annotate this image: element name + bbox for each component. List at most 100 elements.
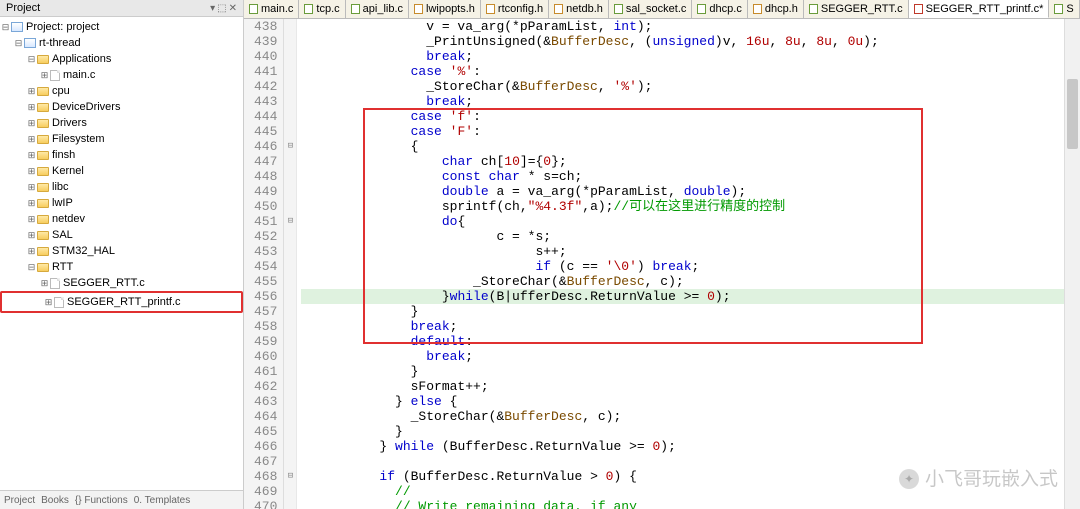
file-icon (414, 4, 423, 14)
code-line[interactable]: s++; (301, 244, 1064, 259)
file-icon (249, 4, 258, 14)
tree-item-label: SAL (52, 229, 73, 241)
line-gutter: 4384394404414424434444454464474484494504… (244, 19, 284, 509)
tree-item-label: main.c (63, 69, 95, 81)
file-icon (753, 4, 762, 14)
code-line[interactable]: c = *s; (301, 229, 1064, 244)
file-icon (554, 4, 563, 14)
tree-item[interactable]: ⊞libc (0, 179, 243, 195)
tree-item[interactable]: ⊞SEGGER_RTT.c (0, 275, 243, 291)
tree-item-label: rt-thread (39, 37, 81, 49)
sidebar-dropdown-icon[interactable]: ▾ (210, 3, 215, 14)
editor-tab[interactable]: dhcp.h (748, 0, 804, 18)
code-line[interactable]: double a = va_arg(*pParamList, double); (301, 184, 1064, 199)
file-icon (351, 4, 360, 14)
code-line[interactable]: sprintf(ch,"%4.3f",a);//可以在这里进行精度的控制 (301, 199, 1064, 214)
tree-item[interactable]: ⊞STM32_HAL (0, 243, 243, 259)
tree-item[interactable]: ⊞Drivers (0, 115, 243, 131)
file-icon (914, 4, 923, 14)
code-line[interactable]: break; (301, 49, 1064, 64)
vertical-scrollbar[interactable] (1064, 19, 1080, 509)
code-line[interactable]: const char * s=ch; (301, 169, 1064, 184)
tree-item-label: Project: project (26, 21, 99, 33)
tab-books[interactable]: Books (41, 495, 69, 506)
editor-tab[interactable]: main.c (244, 0, 299, 18)
tree-item[interactable]: ⊞finsh (0, 147, 243, 163)
tree-item[interactable]: ⊟rt-thread (0, 35, 243, 51)
editor-tab[interactable]: sal_socket.c (609, 0, 693, 18)
tree-item[interactable]: ⊞Filesystem (0, 131, 243, 147)
editor-tab[interactable]: dhcp.c (692, 0, 747, 18)
code-line[interactable]: } (301, 304, 1064, 319)
tree-item[interactable]: ⊞DeviceDrivers (0, 99, 243, 115)
tree-item[interactable]: ⊞SEGGER_RTT_printf.c (4, 294, 239, 310)
file-icon (1054, 4, 1063, 14)
code-line[interactable]: _StoreChar(&BufferDesc, c); (301, 409, 1064, 424)
code-line[interactable]: _PrintUnsigned(&BufferDesc, (unsigned)v,… (301, 34, 1064, 49)
code-line[interactable]: _StoreChar(&BufferDesc, '%'); (301, 79, 1064, 94)
code-line[interactable]: }while(B|ufferDesc.ReturnValue >= 0); (301, 289, 1064, 304)
tree-item[interactable]: ⊞main.c (0, 67, 243, 83)
tree-item[interactable]: ⊞netdev (0, 211, 243, 227)
editor-tabbar[interactable]: main.ctcp.capi_lib.clwipopts.hrtconfig.h… (244, 0, 1080, 19)
code-line[interactable]: case 'f': (301, 109, 1064, 124)
editor-tab[interactable]: S (1049, 0, 1079, 18)
tree-item[interactable]: ⊞lwIP (0, 195, 243, 211)
code-line[interactable]: } (301, 424, 1064, 439)
code-line[interactable]: break; (301, 349, 1064, 364)
project-tree[interactable]: ⊟Project: project⊟rt-thread⊟Applications… (0, 17, 243, 490)
code-line[interactable]: // Write remaining data, if any (301, 499, 1064, 509)
tree-item[interactable]: ⊟Applications (0, 51, 243, 67)
code-line[interactable]: _StoreChar(&BufferDesc, c); (301, 274, 1064, 289)
code-line[interactable]: sFormat++; (301, 379, 1064, 394)
sidebar-header: Project ▾ ⬚ ✕ (0, 0, 243, 17)
code-line[interactable] (301, 454, 1064, 469)
tree-item-label: lwIP (52, 197, 73, 209)
tree-item-label: RTT (52, 261, 73, 273)
tree-item-label: Drivers (52, 117, 87, 129)
code-line[interactable]: break; (301, 94, 1064, 109)
editor-tab[interactable]: tcp.c (299, 0, 345, 18)
code-line[interactable]: } else { (301, 394, 1064, 409)
code-line[interactable]: do{ (301, 214, 1064, 229)
sidebar-pin-icon[interactable]: ⬚ (217, 3, 226, 14)
code-area: 4384394404414424434444454464474484494504… (244, 19, 1080, 509)
editor-tab[interactable]: rtconfig.h (481, 0, 549, 18)
code-line[interactable]: case 'F': (301, 124, 1064, 139)
tree-item-label: finsh (52, 149, 75, 161)
code-body[interactable]: v = va_arg(*pParamList, int); _PrintUnsi… (297, 19, 1064, 509)
code-line[interactable]: break; (301, 319, 1064, 334)
scrollbar-thumb[interactable] (1067, 79, 1078, 149)
tree-item[interactable]: ⊟Project: project (0, 19, 243, 35)
sidebar-close-icon[interactable]: ✕ (229, 3, 237, 14)
code-line[interactable]: case '%': (301, 64, 1064, 79)
editor-tab[interactable]: SEGGER_RTT.c (804, 0, 909, 18)
tab-functions[interactable]: {} Functions (75, 495, 128, 506)
tree-item-label: SEGGER_RTT.c (63, 277, 145, 289)
editor-tab[interactable]: api_lib.c (346, 0, 409, 18)
tree-item[interactable]: ⊟RTT (0, 259, 243, 275)
code-line[interactable]: if (c == '\0') break; (301, 259, 1064, 274)
file-icon (614, 4, 623, 14)
code-line[interactable]: char ch[10]={0}; (301, 154, 1064, 169)
editor-tab[interactable]: lwipopts.h (409, 0, 481, 18)
code-line[interactable]: v = va_arg(*pParamList, int); (301, 19, 1064, 34)
tree-item[interactable]: ⊞cpu (0, 83, 243, 99)
fold-gutter[interactable]: ⊟⊟⊟ (284, 19, 297, 509)
code-line[interactable]: } (301, 364, 1064, 379)
tab-project[interactable]: Project (4, 495, 35, 506)
editor-tab[interactable]: netdb.h (549, 0, 609, 18)
tree-item-label: Kernel (52, 165, 84, 177)
editor-tab[interactable]: SEGGER_RTT_printf.c* (909, 0, 1050, 18)
tree-item-label: SEGGER_RTT_printf.c (67, 296, 181, 308)
sidebar-bottom-tabs[interactable]: Project Books {} Functions 0. Templates (0, 490, 243, 509)
tree-item-label: netdev (52, 213, 85, 225)
code-line[interactable]: { (301, 139, 1064, 154)
tree-item[interactable]: ⊞Kernel (0, 163, 243, 179)
code-line[interactable]: // (301, 484, 1064, 499)
code-line[interactable]: } while (BufferDesc.ReturnValue >= 0); (301, 439, 1064, 454)
code-line[interactable]: if (BufferDesc.ReturnValue > 0) { (301, 469, 1064, 484)
tree-item[interactable]: ⊞SAL (0, 227, 243, 243)
code-line[interactable]: default: (301, 334, 1064, 349)
tab-templates[interactable]: 0. Templates (134, 495, 191, 506)
